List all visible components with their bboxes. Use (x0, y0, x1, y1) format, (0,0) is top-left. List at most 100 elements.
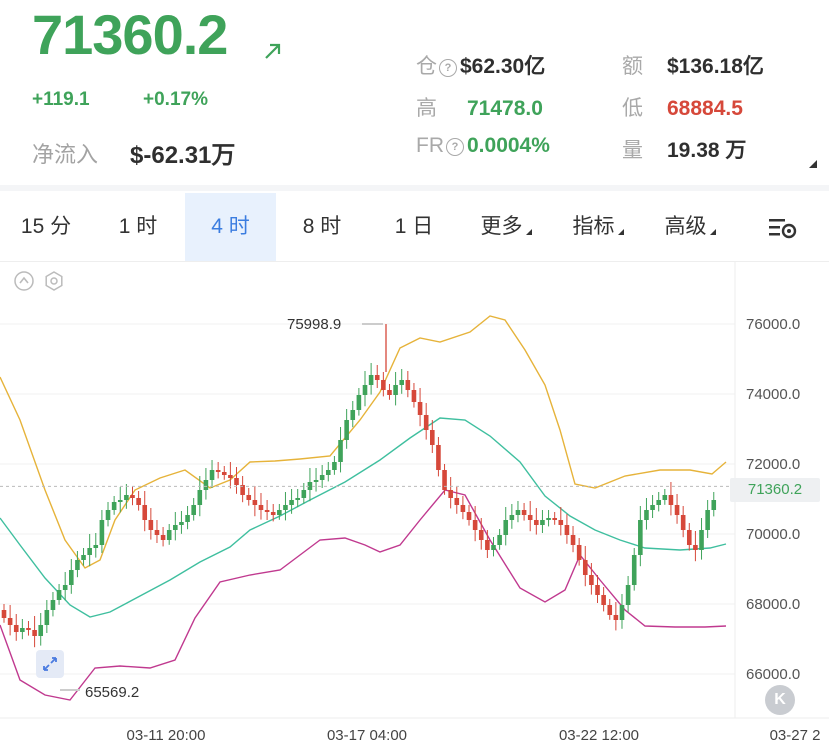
candle-body (130, 495, 135, 498)
stat-high-value: 71478.0 (467, 97, 543, 120)
tab-1d[interactable]: 1 日 (368, 193, 460, 261)
settings-icon[interactable] (768, 215, 798, 241)
stat-funding-rate: FR? 0.0004% (416, 134, 550, 158)
header-divider (0, 185, 829, 191)
tab-15m[interactable]: 15 分 (0, 193, 92, 261)
candle-body (81, 555, 86, 560)
candle-body (283, 505, 288, 510)
candle-body (478, 530, 484, 540)
candle-body (289, 500, 294, 505)
collapse-icon[interactable] (13, 270, 35, 292)
stat-high-label: 高 (416, 97, 437, 120)
candle-body (295, 498, 300, 500)
stat-amount: 额 $136.18亿 (622, 50, 764, 80)
candle-body (705, 510, 710, 530)
stat-low-label: 低 (622, 97, 643, 120)
x-tick-label: 03-11 20:00 (127, 727, 206, 744)
candle-body (466, 512, 472, 520)
candle-body (570, 535, 576, 545)
candle-body (338, 440, 343, 462)
last-price-label: 71360.2 (730, 478, 820, 502)
candle-body (160, 535, 166, 540)
candle-body (625, 585, 631, 605)
stat-vol-value: 19.38 万 (667, 139, 747, 162)
candle-body (491, 545, 496, 550)
y-tick-label: 68000.0 (746, 596, 800, 613)
k-button[interactable]: K (765, 685, 795, 715)
candle-body (656, 500, 661, 505)
candle-body (62, 585, 68, 590)
candle-body (711, 500, 717, 510)
candle-body (527, 515, 533, 520)
candle-body (350, 410, 356, 420)
candle-body (686, 530, 692, 545)
candle-body (197, 490, 203, 505)
candle-body (399, 380, 405, 385)
candle-body (497, 535, 502, 545)
candle-body (601, 595, 606, 605)
tab-8h[interactable]: 8 时 (276, 193, 368, 261)
candle-body (325, 470, 331, 475)
stat-amount-value: $136.18亿 (667, 55, 764, 78)
candle-body (20, 628, 25, 632)
y-tick-label: 74000.0 (746, 386, 800, 403)
candle-body (179, 522, 184, 525)
tab-more[interactable]: 更多 (460, 193, 552, 261)
expand-icon[interactable] (36, 650, 64, 678)
candle-body (515, 510, 521, 515)
tab-advanced[interactable]: 高级 (644, 193, 736, 261)
stat-volume: 量 19.38 万 (622, 134, 746, 164)
arrow-up-right-icon (265, 43, 281, 59)
candle-body (552, 518, 557, 520)
candle-body (674, 505, 680, 515)
stat-vol-label: 量 (622, 139, 643, 162)
candle-body (264, 510, 270, 512)
candle-body (99, 520, 105, 545)
candle-body (442, 470, 447, 490)
y-tick-label: 70000.0 (746, 526, 800, 543)
tab-indicators[interactable]: 指标 (552, 193, 644, 261)
candle-body (38, 625, 44, 636)
candle-body (277, 510, 282, 515)
stat-fr-value: 0.0004% (467, 134, 550, 157)
candle-body (270, 512, 276, 515)
candle-body (638, 520, 643, 555)
candle-body (644, 510, 649, 520)
candle-body (564, 525, 570, 535)
candle-body (75, 560, 80, 570)
stat-amount-label: 额 (622, 55, 643, 78)
dropdown-triangle-icon (709, 229, 716, 235)
stat-low-value: 68884.5 (667, 97, 743, 120)
gear-icon[interactable] (43, 270, 65, 292)
candle-body (448, 490, 453, 498)
corner-triangle-icon (809, 160, 817, 168)
candle-body (56, 590, 62, 600)
y-tick-label: 76000.0 (746, 316, 800, 333)
tab-1h[interactable]: 1 时 (92, 193, 184, 261)
candlestick-chart[interactable]: 76000.0 74000.0 72000.0 70000.0 68000.0 66000… (0, 262, 829, 750)
tab-4h[interactable]: 4 时 (185, 193, 276, 261)
candle-body (356, 395, 362, 410)
candle-body (344, 420, 349, 440)
netflow-value: $-62.31万 (130, 142, 236, 169)
dropdown-triangle-icon (525, 229, 532, 235)
candle-body (154, 530, 160, 535)
candle-body (534, 520, 539, 525)
help-circle-icon[interactable]: ? (439, 59, 457, 77)
candle-body (258, 505, 264, 510)
candle-body (381, 380, 386, 390)
candle-body (50, 600, 56, 610)
candle-body (417, 402, 423, 415)
candle-body (166, 530, 172, 540)
x-tick-label: 03-27 2 (770, 727, 821, 744)
candle-body (111, 502, 117, 510)
tab-indicators-label: 指标 (572, 215, 615, 238)
candle-body (148, 520, 154, 530)
candle-body (460, 505, 466, 512)
candle-body (631, 555, 637, 585)
candle-body (436, 445, 441, 470)
x-tick-label: 03-17 04:00 (327, 727, 407, 744)
candle-body (454, 498, 460, 505)
candle-body (221, 472, 227, 475)
help-circle-icon[interactable]: ? (446, 138, 464, 156)
